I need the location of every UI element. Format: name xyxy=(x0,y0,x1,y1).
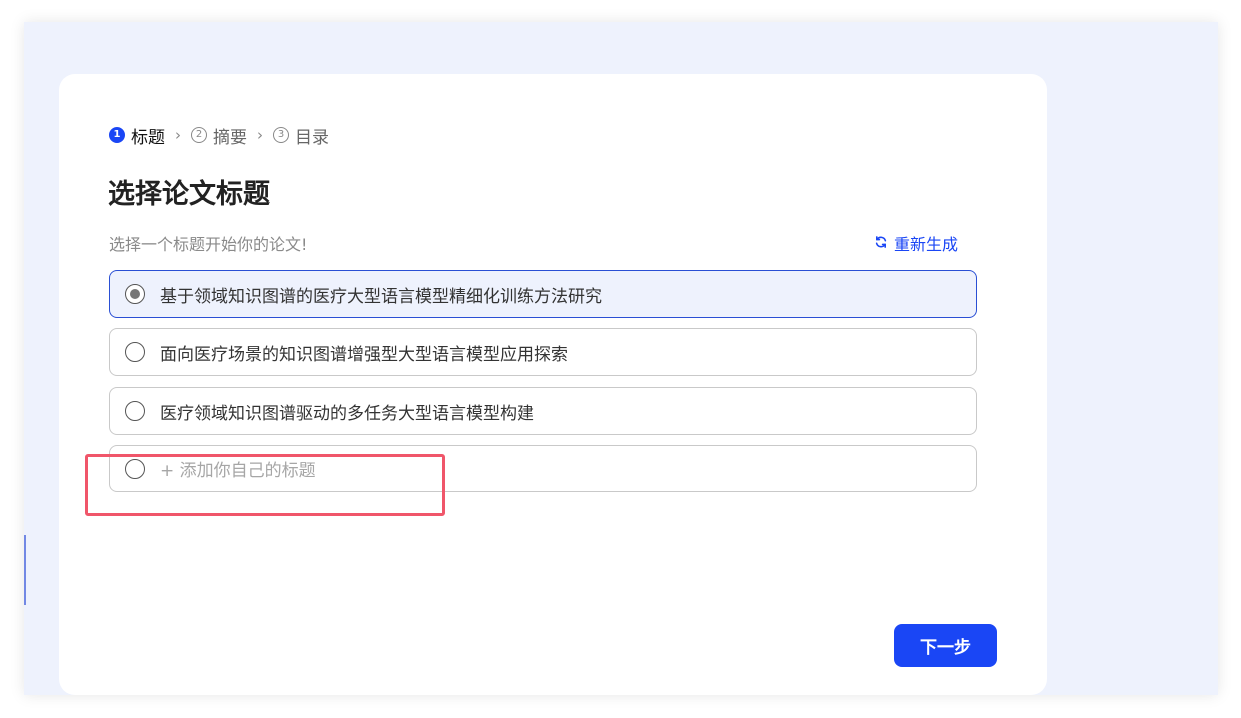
page-title: 选择论文标题 xyxy=(108,179,270,210)
page-subtitle: 选择一个标题开始你的论文! xyxy=(109,235,308,254)
chevron-right-icon: › xyxy=(257,126,263,144)
radio-icon[interactable] xyxy=(125,342,145,362)
step-label: 摘要 xyxy=(213,127,247,148)
regenerate-button[interactable]: 重新生成 xyxy=(874,231,958,255)
step-abstract: 2 摘要 xyxy=(191,123,247,148)
radio-selected-icon[interactable] xyxy=(125,284,145,304)
step-outline: 3 目录 xyxy=(273,123,329,148)
refresh-icon xyxy=(874,234,888,253)
step-title: 1 标题 xyxy=(109,123,165,148)
regenerate-label: 重新生成 xyxy=(894,235,959,254)
add-custom-title-option[interactable]: + 添加你自己的标题 xyxy=(109,445,977,492)
option-label: 面向医疗场景的知识图谱增强型大型语言模型应用探索 xyxy=(160,344,568,365)
title-option-3[interactable]: 医疗领域知识图谱驱动的多任务大型语言模型构建 xyxy=(109,387,977,435)
radio-icon[interactable] xyxy=(125,401,145,421)
title-selection-card xyxy=(59,74,1047,695)
step-number-icon: 3 xyxy=(273,127,289,143)
title-option-1[interactable]: 基于领域知识图谱的医疗大型语言模型精细化训练方法研究 xyxy=(109,270,977,318)
side-panel-edge xyxy=(24,535,26,605)
step-label: 标题 xyxy=(131,127,165,148)
option-label: 基于领域知识图谱的医疗大型语言模型精细化训练方法研究 xyxy=(160,286,602,307)
step-number-icon: 1 xyxy=(109,127,125,143)
step-number-icon: 2 xyxy=(191,127,207,143)
title-option-2[interactable]: 面向医疗场景的知识图谱增强型大型语言模型应用探索 xyxy=(109,328,977,376)
next-step-button[interactable]: 下一步 xyxy=(894,624,997,667)
chevron-right-icon: › xyxy=(175,126,181,144)
radio-icon[interactable] xyxy=(125,458,145,479)
add-title-label: + 添加你自己的标题 xyxy=(160,461,316,481)
step-indicator: 1 标题 › 2 摘要 › 3 目录 xyxy=(109,123,329,148)
option-label: 医疗领域知识图谱驱动的多任务大型语言模型构建 xyxy=(160,403,534,424)
step-label: 目录 xyxy=(295,127,329,148)
